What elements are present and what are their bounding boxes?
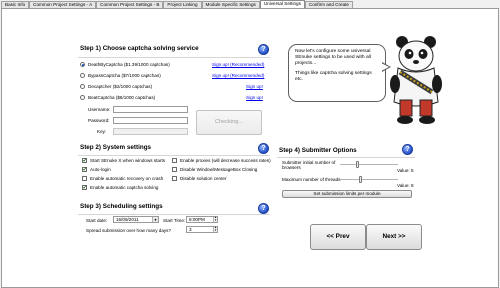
step2-title: Step 2) System settings [80, 144, 152, 151]
password-label: Password: [88, 118, 110, 123]
option-label: Enable proxies (will decrease success ra… [180, 158, 271, 163]
step4-title: Step 4) Submitter Options [279, 147, 357, 154]
spread-days-value: 3 [189, 227, 192, 232]
checkbox[interactable] [172, 158, 177, 163]
spread-days-label: Spread submission over how many days? [86, 228, 172, 233]
service-label: BypassCaptcha ($7/1000 captchas) [88, 73, 161, 78]
step4-help-icon[interactable]: ? [402, 144, 413, 155]
service-option-deathbycaptcha[interactable]: DeathByCaptcha ($1.39/1000 captchas) [80, 62, 170, 67]
key-field[interactable] [113, 128, 188, 135]
start-date-picker[interactable]: 16/09/2011 ▾ [113, 216, 159, 223]
tab-project-linking[interactable]: Project Linking [163, 1, 202, 8]
service-option-bypasscaptcha[interactable]: BypassCaptcha ($7/1000 captchas) [80, 73, 161, 78]
signup-link-beatcaptcha[interactable]: Sign up! [246, 95, 263, 100]
assistant-speech-bubble: Now let's configure some universal SEnuk… [288, 44, 386, 102]
option-disable-solution-center[interactable]: Disable solution center [172, 176, 226, 181]
tab-basic-info[interactable]: Basic Info [1, 1, 30, 8]
service-label: BeatCaptcha ($8/1000 captchas) [88, 95, 156, 100]
calendar-dropdown-icon[interactable]: ▾ [152, 217, 158, 222]
initial-browsers-value: Value: 5 [397, 168, 414, 173]
option-label: Auto-login [90, 167, 111, 172]
max-threads-value: Value: 8 [397, 183, 414, 188]
start-time-field[interactable]: 8:00PM ▲ ▼ [186, 216, 218, 223]
checkbox[interactable] [82, 176, 87, 181]
max-threads-slider[interactable] [340, 176, 398, 183]
set-submission-limits-button[interactable]: Set submission limits per module [282, 190, 412, 198]
start-time-value: 8:00PM [189, 217, 205, 222]
option-label: Enable automatic captcha solving [90, 185, 159, 190]
tab-confirm-create[interactable]: Confirm and Create [304, 1, 353, 8]
start-time-label: Start Time: [163, 218, 186, 223]
spinner-icon[interactable]: ▲ ▼ [213, 226, 217, 232]
step4-divider [277, 157, 415, 158]
option-auto-captcha[interactable]: Enable automatic captcha solving [82, 184, 159, 191]
slider-thumb[interactable] [358, 176, 362, 183]
option-label: Disable solution center [180, 176, 227, 181]
checkbox[interactable] [172, 176, 177, 181]
checkbox[interactable] [82, 184, 88, 191]
spinner-icon[interactable]: ▲ ▼ [213, 216, 217, 222]
assistant-message-2: Things like captcha solving settings etc… [295, 71, 372, 82]
start-date-label: Start date: [86, 218, 108, 223]
radio-button[interactable] [80, 62, 85, 67]
max-threads-label: Maximum number of threads [282, 177, 341, 182]
option-enable-proxies[interactable]: Enable proxies (will decrease success ra… [172, 158, 271, 163]
option-auto-recovery[interactable]: Enable automatic recovery on crash [82, 176, 163, 181]
service-label: Decaptcher ($2/1000 captchas) [88, 84, 153, 89]
checkbox[interactable] [82, 157, 88, 164]
tab-universal-settings[interactable]: Universal Settings [259, 0, 305, 8]
option-label: Start SEnuke X when windows starts [90, 158, 166, 163]
step2-divider [78, 155, 270, 156]
step3-help-icon[interactable]: ? [258, 203, 269, 214]
tab-module-specific[interactable]: Module Specific Settings [201, 1, 260, 8]
signup-link-decaptcher[interactable]: Sign up! [246, 84, 263, 89]
service-option-decaptcher[interactable]: Decaptcher ($2/1000 captchas) [80, 84, 152, 89]
initial-browsers-label: Submitter initial number of browsers [282, 160, 336, 170]
spread-days-field[interactable]: 3 ▲ ▼ [186, 226, 218, 233]
assistant-message-1: Now let's configure some universal SEnuk… [295, 49, 371, 66]
radio-button[interactable] [80, 84, 85, 89]
signup-link-deathbycaptcha[interactable]: Sign up! (Recommended) [212, 62, 264, 67]
key-label: Key: [97, 129, 107, 134]
option-start-with-windows[interactable]: Start SEnuke X when windows starts [82, 157, 166, 164]
username-field[interactable] [113, 106, 188, 113]
step3-title: Step 3) Scheduling settings [80, 203, 163, 210]
slider-track [340, 164, 398, 165]
step1-title: Step 1) Choose captcha solving service [80, 45, 199, 52]
slider-thumb[interactable] [355, 161, 359, 168]
mascot-panda-icon [390, 36, 442, 124]
username-label: Username: [88, 107, 111, 112]
checkbox[interactable] [82, 166, 88, 173]
option-label: Enable automatic recovery on crash [90, 176, 164, 181]
radio-button[interactable] [80, 73, 85, 78]
radio-button[interactable] [80, 95, 85, 100]
start-date-value: 16/09/2011 [116, 217, 139, 222]
service-label: DeathByCaptcha ($1.39/1000 captchas) [88, 62, 170, 67]
checkbox[interactable] [172, 167, 177, 172]
option-disable-messagebox-closing[interactable]: Disable Window\MessageBox Closing [172, 167, 257, 172]
tab-common-settings-b[interactable]: Common Project Settings - B [96, 1, 164, 8]
slider-track [340, 179, 398, 180]
next-button[interactable]: Next >> [366, 224, 422, 250]
password-field[interactable] [113, 117, 188, 124]
step2-help-icon[interactable]: ? [258, 143, 269, 154]
option-auto-login[interactable]: Auto-login [82, 166, 111, 173]
service-option-beatcaptcha[interactable]: BeatCaptcha ($8/1000 captchas) [80, 95, 155, 100]
tab-common-settings-a[interactable]: Common Project Settings - A [29, 1, 97, 8]
prev-button[interactable]: << Prev [310, 224, 366, 250]
step3-divider [78, 214, 270, 215]
signup-link-bypasscaptcha[interactable]: Sign up! (Recommended) [212, 73, 264, 78]
check-credentials-button[interactable]: Checking... [196, 110, 262, 135]
step1-help-icon[interactable]: ? [258, 44, 269, 55]
initial-browsers-slider[interactable] [340, 161, 398, 168]
option-label: Disable Window\MessageBox Closing [180, 167, 258, 172]
step1-divider [78, 57, 270, 58]
tab-bar: Basic Info Common Project Settings - A C… [0, 0, 500, 8]
